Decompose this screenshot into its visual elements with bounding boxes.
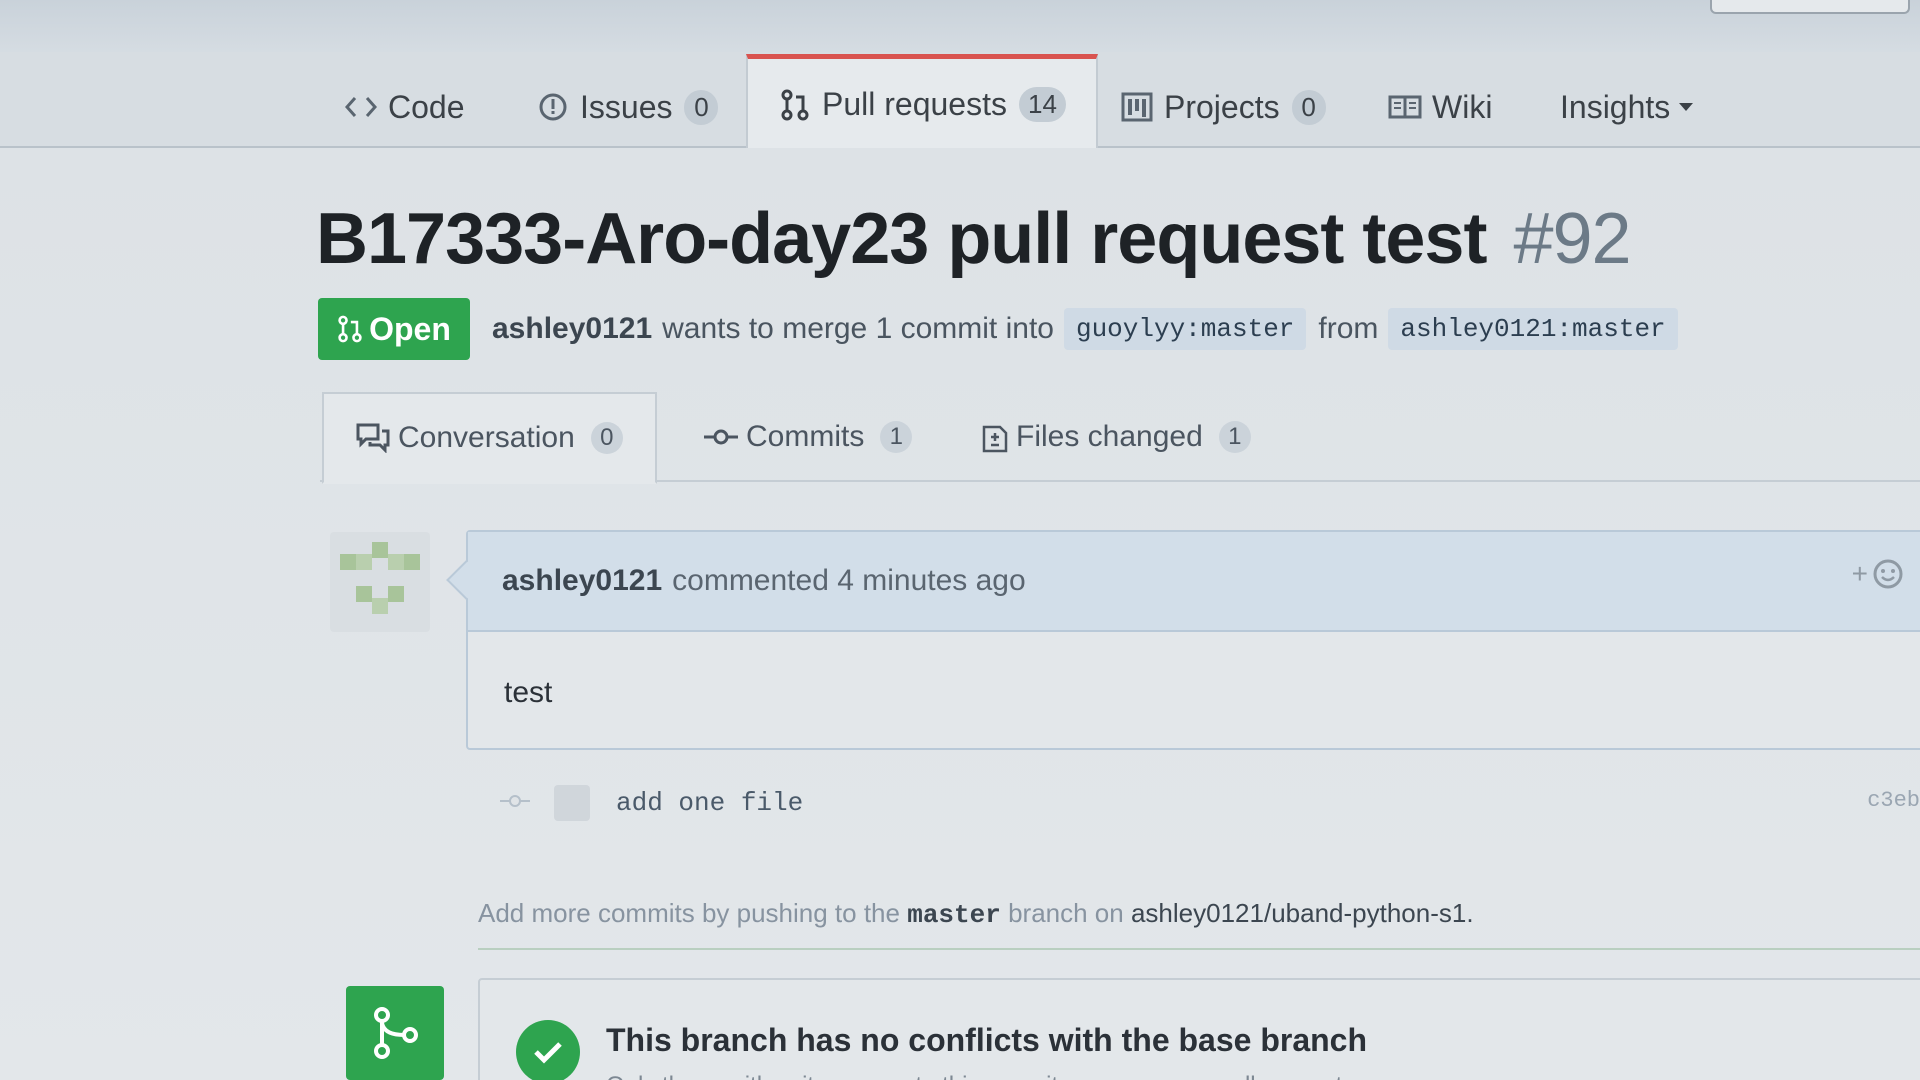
page-title: B17333-Aro-day23 pull request test #92	[316, 198, 1632, 280]
merge-status-icon-box	[346, 986, 444, 1080]
tab-code-label: Code	[388, 88, 465, 125]
merge-status-box: This branch has no conflicts with the ba…	[478, 978, 1920, 1080]
comment-timestamp: commented 4 minutes ago	[672, 564, 1026, 597]
git-pull-request-icon	[778, 89, 812, 121]
code-icon	[344, 91, 378, 123]
tab-issues[interactable]: Issues 0	[536, 82, 719, 132]
tab-insights-label: Insights	[1560, 88, 1671, 125]
tab-conversation[interactable]: Conversation 0	[322, 392, 657, 484]
base-branch[interactable]: guoylyy:master	[1063, 308, 1307, 350]
tab-commits[interactable]: Commits 1	[704, 406, 913, 468]
tab-wiki[interactable]: Wiki	[1388, 82, 1492, 132]
commit-sha[interactable]: c3eb	[1867, 788, 1920, 813]
commits-counter: 1	[880, 421, 913, 453]
repo-nav: Code Issues 0 Pull requests 14 Projects …	[0, 52, 1920, 150]
comment-author-link[interactable]: ashley0121	[502, 564, 662, 598]
state-label: Open	[369, 310, 451, 347]
commit-author-avatar[interactable]	[554, 785, 590, 821]
merge-status-subtitle: Only those with write access to this rep…	[606, 1072, 1361, 1080]
tab-wiki-label: Wiki	[1432, 88, 1493, 125]
pr-title-text: B17333-Aro-day23 pull request test	[316, 199, 1487, 279]
page: Code Issues 0 Pull requests 14 Projects …	[0, 0, 1920, 1080]
triangle-down-icon	[1678, 101, 1694, 113]
files-changed-counter: 1	[1218, 421, 1251, 453]
pr-tabs: Conversation 0 Commits 1 Files changed 1	[320, 392, 1920, 484]
push-hint-branch: master	[907, 900, 1001, 930]
merge-text: wants to merge 1 commit into	[662, 312, 1054, 345]
state-badge-open: Open	[318, 298, 470, 360]
projects-counter: 0	[1291, 89, 1326, 125]
issue-opened-icon	[536, 91, 570, 123]
comment-body: test	[504, 676, 553, 709]
project-icon	[1120, 91, 1154, 123]
tab-files-changed-label: Files changed	[1016, 420, 1203, 453]
head-branch[interactable]: ashley0121:master	[1388, 308, 1678, 350]
comment-header: ashley0121 commented 4 minutes ago	[468, 532, 1920, 632]
comment-box: ashley0121 commented 4 minutes ago + tes…	[446, 530, 1920, 750]
tab-projects-label: Projects	[1164, 88, 1280, 125]
tab-projects[interactable]: Projects 0	[1120, 82, 1326, 132]
pr-meta: ashley0121 wants to merge 1 commit into …	[492, 308, 1690, 350]
conversation-counter: 0	[590, 422, 623, 454]
smiley-icon	[1872, 558, 1904, 590]
commit-row: add one file c3eb	[500, 778, 1920, 828]
avatar[interactable]	[330, 532, 430, 632]
tab-code[interactable]: Code	[344, 82, 465, 132]
git-commit-icon	[704, 427, 738, 447]
tab-conversation-label: Conversation	[398, 421, 575, 454]
from-text: from	[1318, 312, 1379, 345]
tab-files-changed[interactable]: Files changed 1	[982, 406, 1251, 468]
pr-number: #92	[1513, 199, 1631, 279]
git-commit-icon	[500, 791, 530, 816]
tab-pull-requests[interactable]: Pull requests 14	[746, 54, 1098, 150]
timeline-divider	[478, 948, 1920, 950]
top-header-strip	[0, 0, 1920, 52]
pr-author-link[interactable]: ashley0121	[492, 312, 652, 346]
push-hint-middle: branch on	[1008, 898, 1124, 928]
reaction-plus-label: +	[1851, 558, 1868, 589]
comment-discussion-icon	[356, 423, 390, 453]
issues-counter: 0	[684, 89, 719, 125]
pull-requests-counter: 14	[1018, 87, 1066, 122]
tab-issues-label: Issues	[580, 88, 673, 125]
header-action-button[interactable]	[1710, 0, 1910, 14]
git-merge-icon	[370, 1005, 420, 1061]
check-circle-icon	[516, 1020, 580, 1080]
diff-icon	[982, 421, 1008, 453]
git-pull-request-icon	[337, 314, 363, 344]
pull-request-content: B17333-Aro-day23 pull request test #92 O…	[0, 148, 1920, 1080]
identicon-icon	[340, 542, 420, 614]
add-reaction-button[interactable]: +	[1852, 558, 1904, 590]
tab-pull-requests-label: Pull requests	[822, 86, 1007, 122]
commit-message[interactable]: add one file	[616, 788, 803, 818]
merge-status-title: This branch has no conflicts with the ba…	[606, 1022, 1368, 1058]
push-hint-repo-link[interactable]: ashley0121/uband-python-s1.	[1131, 898, 1474, 928]
tab-insights[interactable]: Insights	[1560, 82, 1694, 132]
book-icon	[1388, 91, 1422, 123]
push-hint-prefix: Add more commits by pushing to the	[478, 898, 900, 928]
push-hint: Add more commits by pushing to the maste…	[478, 898, 1474, 930]
tab-commits-label: Commits	[746, 420, 865, 453]
